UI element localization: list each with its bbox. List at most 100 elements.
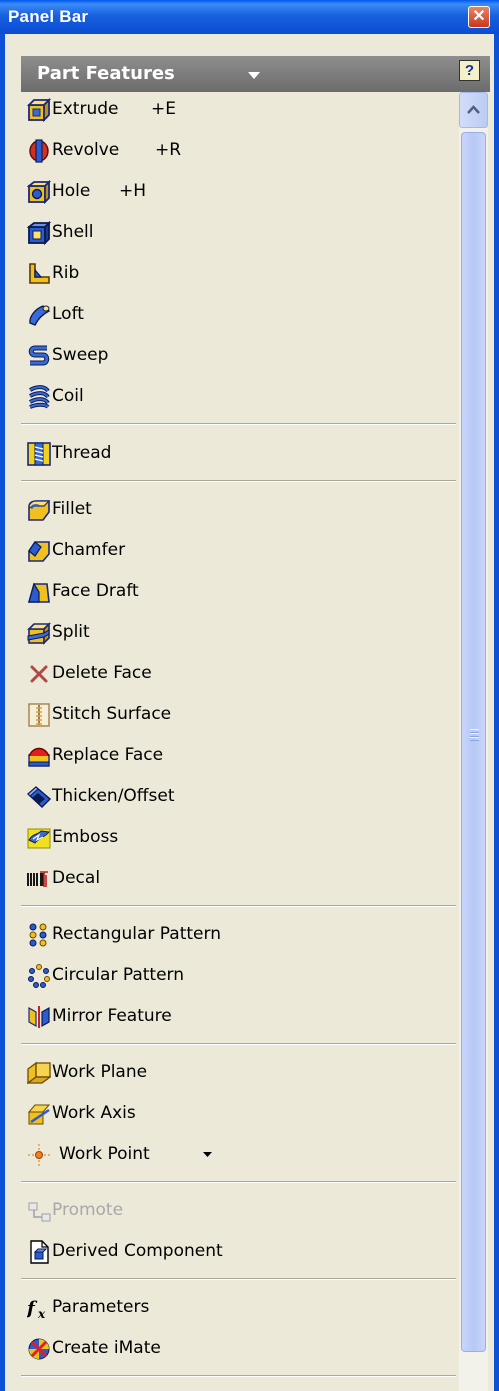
parameters-icon: f x [27,1298,46,1320]
svg-text:x: x [37,1307,46,1320]
coil-icon [29,385,50,409]
derived-component-icon [30,1240,49,1264]
mirror-feature-button[interactable]: Mirror Feature [21,999,456,1035]
item-label: Derived Component [52,1241,223,1261]
hole-button[interactable]: Hole +H [21,174,456,210]
work-axis-icon [27,1104,51,1125]
hole-icon [27,180,51,204]
promote-button: Promote [21,1193,456,1229]
decal-icon [27,871,48,887]
chevron-down-icon[interactable] [248,72,260,80]
scroll-thumb[interactable] [461,132,486,1352]
fillet-icon [28,500,51,521]
shell-button[interactable]: Shell [21,215,456,251]
derived-component-button[interactable]: Derived Component [21,1234,456,1270]
replace-face-button[interactable]: Replace Face [21,738,456,774]
chevron-up-icon [467,105,480,114]
extrude-button[interactable]: Extrude +E [21,92,456,128]
face-draft-icon [27,582,50,603]
title-bar[interactable]: Panel Bar ✕ [0,0,499,34]
rectangular-pattern-button[interactable]: Rectangular Pattern [21,917,456,953]
sweep-icon [28,345,50,366]
sweep-button[interactable]: Sweep [21,338,456,374]
vertical-scrollbar[interactable] [459,92,488,1391]
item-label: Decal [52,868,101,888]
item-label: Chamfer [52,540,126,560]
replace-face-icon [28,747,50,767]
work-plane-button[interactable]: Work Plane [21,1055,456,1091]
shortcut-label: +H [119,181,147,201]
help-button[interactable]: ? [459,60,480,81]
scroll-up-button[interactable] [459,92,488,128]
item-label: Rib [52,263,80,283]
create-imate-button[interactable]: Create iMate [21,1331,456,1367]
revolve-button[interactable]: Revolve +R [21,133,456,169]
thicken-offset-button[interactable]: Thicken/Offset [21,779,456,815]
window-title: Panel Bar [8,7,89,26]
item-label: Split [52,622,90,642]
stitch-surface-button[interactable]: Stitch Surface [21,697,456,733]
close-button[interactable]: ✕ [468,6,490,28]
promote-icon [28,1202,51,1222]
panel-header[interactable]: Part Features [21,56,490,92]
separator [21,1043,456,1045]
thread-button[interactable]: Thread [21,436,456,472]
item-label: Work Plane [52,1062,148,1082]
item-label: Face Draft [52,581,139,601]
emboss-button[interactable]: Emboss [21,820,456,856]
shell-icon [27,221,51,245]
delete-face-button[interactable]: Delete Face [21,656,456,692]
coil-button[interactable]: Coil [21,379,456,415]
separator [21,480,456,482]
thread-icon [27,442,51,466]
circular-pattern-button[interactable]: Circular Pattern [21,958,456,994]
circular-pattern-icon [28,964,50,988]
face-draft-button[interactable]: Face Draft [21,574,456,610]
work-point-icon [28,1144,50,1166]
item-label: Rectangular Pattern [52,924,221,944]
work-axis-button[interactable]: Work Axis [21,1096,456,1132]
fillet-button[interactable]: Fillet [21,492,456,528]
feature-list: Extrude +E Revolve +R Hole +H Shell Rib … [21,92,456,1391]
separator [21,423,456,425]
chamfer-button[interactable]: Chamfer [21,533,456,569]
rib-button[interactable]: Rib [21,256,456,292]
stitch-surface-icon [28,703,50,727]
item-label: Circular Pattern [52,965,185,985]
split-button[interactable]: Split [21,615,456,651]
item-label: Extrude [52,99,119,119]
decal-button[interactable]: Decal [21,861,456,897]
item-label: Create iMate [52,1338,161,1358]
item-label: Emboss [52,827,119,847]
delete-face-icon [30,665,48,683]
item-label: Thread [52,443,112,463]
chevron-down-icon[interactable] [203,1152,212,1158]
rectangular-pattern-icon [29,923,47,947]
shortcut-label: +R [155,140,182,160]
work-plane-icon [27,1061,51,1085]
extrude-icon [27,98,51,122]
window-left-border [0,34,5,1391]
rib-icon [29,263,50,284]
thicken-offset-icon [27,786,51,808]
item-label: Work Point [59,1144,150,1164]
item-label: Revolve [52,140,120,160]
split-icon [27,622,51,645]
item-label: Replace Face [52,745,164,765]
separator [21,905,456,907]
item-label: Stitch Surface [52,704,172,724]
item-label: Parameters [52,1297,150,1317]
parameters-button[interactable]: f x Parameters [21,1290,456,1326]
separator [21,1375,456,1377]
window-right-border[interactable] [494,34,499,1391]
item-label: Sweep [52,345,109,365]
loft-button[interactable]: Loft [21,297,456,333]
work-point-button[interactable]: Work Point [21,1137,456,1173]
scroll-grip [470,737,479,741]
revolve-icon [29,139,49,163]
item-label: Loft [52,304,84,324]
separator [21,1278,456,1280]
item-label: Promote [52,1200,124,1220]
panel-title: Part Features [37,63,175,84]
item-label: Work Axis [52,1103,136,1123]
